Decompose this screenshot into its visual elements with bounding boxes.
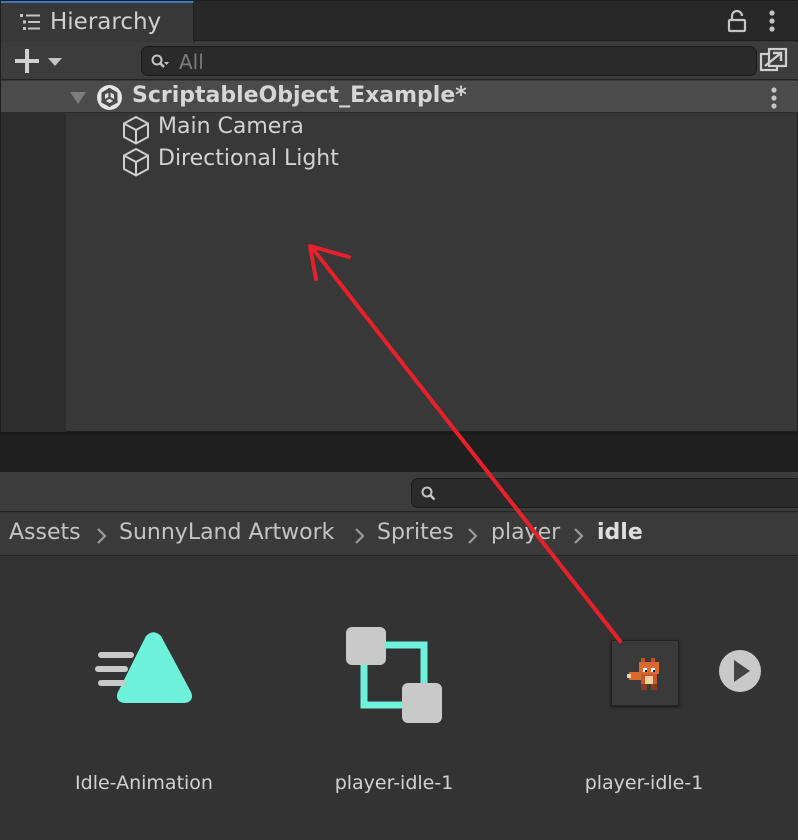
sprite-thumbnail-fox — [627, 658, 659, 690]
asset-player-idle-sprite[interactable]: player-idle-1 — [544, 557, 744, 840]
hierarchy-list-icon — [20, 14, 40, 30]
project-search-input[interactable] — [411, 478, 798, 508]
window-splitter[interactable] — [0, 432, 798, 472]
chevron-right-icon — [97, 528, 107, 544]
sprite-thumbnail — [611, 640, 679, 706]
chevron-right-icon — [355, 528, 365, 544]
breadcrumb-player[interactable]: player — [491, 520, 560, 545]
tab-bar: Hierarchy — [1, 1, 798, 42]
lock-icon[interactable] — [727, 9, 747, 33]
expand-arrow-icon[interactable] — [69, 90, 87, 106]
animation-clip-icon — [95, 632, 193, 703]
unity-scene-icon — [97, 85, 122, 110]
gameobject-cube-icon — [123, 148, 149, 177]
breadcrumb-sprites[interactable]: Sprites — [377, 520, 454, 545]
tab-title: Hierarchy — [50, 9, 162, 35]
asset-player-idle-controller[interactable]: player-idle-1 — [294, 557, 494, 840]
scene-header-row[interactable]: ScriptableObject_Example* — [1, 81, 798, 113]
gameobject-label: Directional Light — [158, 146, 339, 171]
project-window: Assets SunnyLand Artwork Sprites player … — [0, 472, 798, 840]
hierarchy-item-directional-light[interactable]: Directional Light — [121, 145, 421, 177]
scene-menu-icon[interactable] — [767, 86, 781, 110]
asset-idle-animation[interactable]: Idle-Animation — [44, 557, 244, 840]
create-dropdown-button[interactable] — [11, 48, 67, 74]
search-icon — [151, 54, 169, 68]
search-icon — [421, 486, 436, 501]
search-placeholder: All — [179, 50, 204, 74]
asset-label: player-idle-1 — [584, 772, 704, 794]
hierarchy-gutter — [1, 113, 66, 432]
kebab-menu-icon[interactable] — [765, 9, 779, 33]
gameobject-cube-icon — [123, 116, 149, 145]
gameobject-label: Main Camera — [158, 114, 304, 139]
breadcrumb-sunnyland-artwork[interactable]: SunnyLand Artwork — [119, 520, 334, 545]
play-icon[interactable] — [718, 649, 762, 693]
breadcrumb-idle: idle — [597, 520, 643, 545]
plus-icon — [15, 49, 39, 73]
breadcrumb-assets[interactable]: Assets — [9, 520, 81, 545]
breadcrumb: Assets SunnyLand Artwork Sprites player … — [0, 513, 798, 556]
animator-controller-icon — [346, 627, 442, 723]
asset-label: Idle-Animation — [75, 772, 213, 794]
asset-grid: Idle-Animation player-idle-1 player-idle… — [0, 557, 798, 840]
hierarchy-window: Hierarchy All ScriptableObject_Example* … — [0, 0, 798, 432]
hierarchy-toolbar: All — [1, 42, 798, 80]
project-toolbar — [0, 472, 798, 512]
chevron-right-icon — [574, 528, 584, 544]
asset-label: player-idle-1 — [334, 772, 454, 794]
chevron-right-icon — [468, 528, 478, 544]
scene-visibility-icon[interactable] — [758, 45, 790, 77]
scene-name: ScriptableObject_Example* — [132, 83, 467, 108]
hierarchy-item-main-camera[interactable]: Main Camera — [121, 113, 421, 145]
tab-hierarchy[interactable]: Hierarchy — [1, 1, 194, 42]
hierarchy-search-input[interactable]: All — [141, 46, 757, 76]
